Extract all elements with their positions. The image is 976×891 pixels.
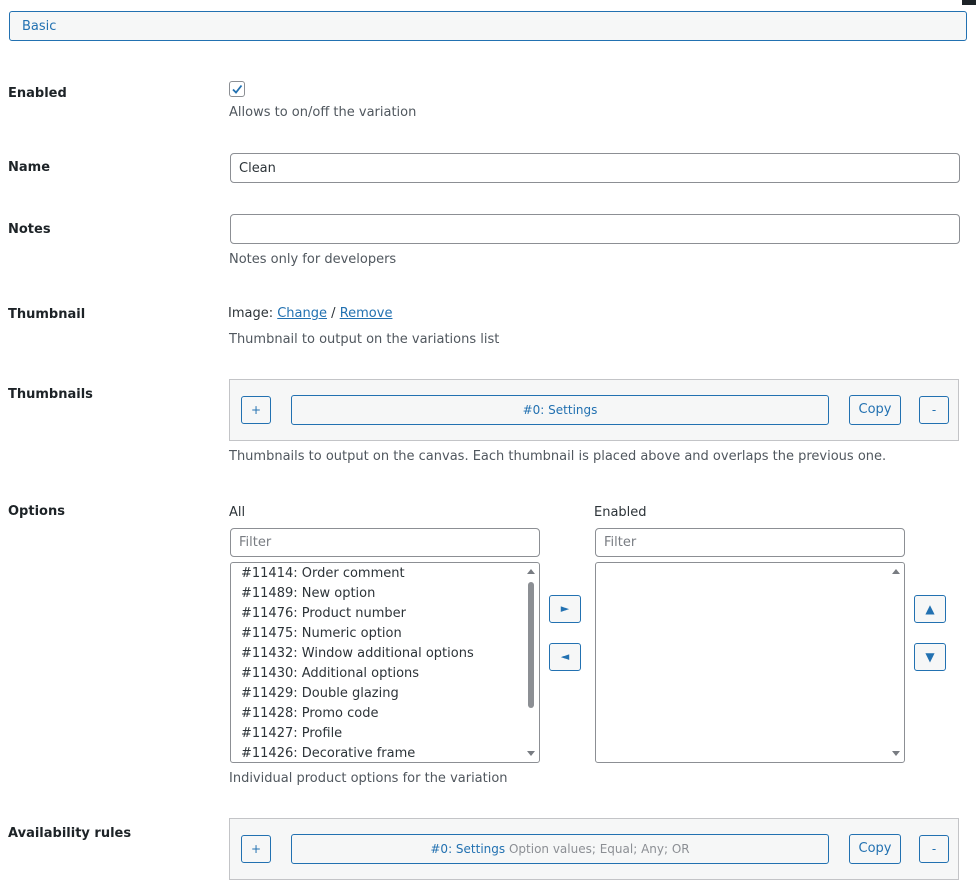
enabled-description: Allows to on/off the variation [229,105,417,120]
availability-item-button[interactable]: #0: Settings Option values; Equal; Any; … [291,834,829,864]
scroll-down-icon[interactable] [527,751,535,756]
options-enabled-listbox[interactable] [595,562,905,763]
options-all-label: All [229,505,246,520]
option-list-item[interactable]: #11430: Additional options [241,664,523,684]
enabled-checkbox[interactable] [229,81,245,97]
options-all-filter-input[interactable] [230,528,540,557]
option-list-item[interactable]: #11414: Order comment [241,564,523,584]
options-enabled-filter-input[interactable] [595,528,905,557]
enabled-label: Enabled [8,86,67,101]
scroll-thumb[interactable] [528,582,534,708]
availability-rules-label: Availability rules [8,826,132,841]
option-list-item[interactable]: #11429: Double glazing [241,684,523,704]
thumbnails-remove-button[interactable]: - [919,396,949,424]
name-label: Name [8,160,51,175]
move-up-button[interactable]: ▲ [914,595,946,623]
thumbnails-label: Thumbnails [8,387,93,402]
thumbnail-separator: / [331,306,336,321]
option-list-item[interactable]: #11426: Decorative frame [241,744,523,762]
options-all-scrollbar[interactable] [525,565,537,760]
thumbnails-repeater: + #0: Settings Copy - [229,379,959,441]
section-tab-basic[interactable]: Basic [9,11,967,41]
thumbnail-change-link[interactable]: Change [277,306,327,321]
thumbnails-add-button[interactable]: + [241,396,271,424]
move-right-button[interactable]: ► [549,595,581,623]
notes-label: Notes [8,222,51,237]
thumbnails-description: Thumbnails to output on the canvas. Each… [229,449,887,464]
options-enabled-label: Enabled [594,505,647,520]
thumbnail-description: Thumbnail to output on the variations li… [229,332,500,347]
checkmark-icon [232,84,243,94]
availability-add-button[interactable]: + [241,835,271,863]
availability-item-detail: Option values; Equal; Any; OR [508,842,690,856]
option-list-item[interactable]: #11489: New option [241,584,523,604]
options-all-items: #11414: Order comment #11489: New option #… [241,564,523,762]
thumbnails-item-button[interactable]: #0: Settings [291,395,829,425]
option-list-item[interactable]: #11475: Numeric option [241,624,523,644]
thumbnail-remove-link[interactable]: Remove [340,306,393,321]
scroll-up-icon[interactable] [527,569,535,574]
option-list-item[interactable]: #11476: Product number [241,604,523,624]
thumbnail-image-line: Image: Change / Remove [228,306,392,321]
move-down-button[interactable]: ▼ [914,643,946,671]
notes-input[interactable] [230,214,960,244]
options-enabled-scrollbar[interactable] [890,565,902,760]
corner-mark [962,0,976,5]
availability-remove-button[interactable]: - [919,835,949,863]
name-input[interactable] [230,153,960,183]
option-list-item[interactable]: #11427: Profile [241,724,523,744]
option-list-item[interactable]: #11428: Promo code [241,704,523,724]
options-label: Options [8,504,65,519]
thumbnail-image-prefix: Image: [228,306,274,321]
availability-item-title: #0: Settings [430,842,506,856]
move-left-button[interactable]: ◄ [549,643,581,671]
scroll-down-icon[interactable] [892,751,900,756]
thumbnail-label: Thumbnail [8,307,86,322]
availability-rules-repeater: + #0: Settings Option values; Equal; Any… [229,818,959,880]
notes-description: Notes only for developers [229,252,397,267]
options-all-listbox[interactable]: #11414: Order comment #11489: New option #… [230,562,540,763]
option-list-item[interactable]: #11432: Window additional options [241,644,523,664]
scroll-up-icon[interactable] [892,569,900,574]
thumbnails-copy-button[interactable]: Copy [849,395,901,425]
availability-copy-button[interactable]: Copy [849,834,901,864]
options-description: Individual product options for the varia… [229,771,508,786]
